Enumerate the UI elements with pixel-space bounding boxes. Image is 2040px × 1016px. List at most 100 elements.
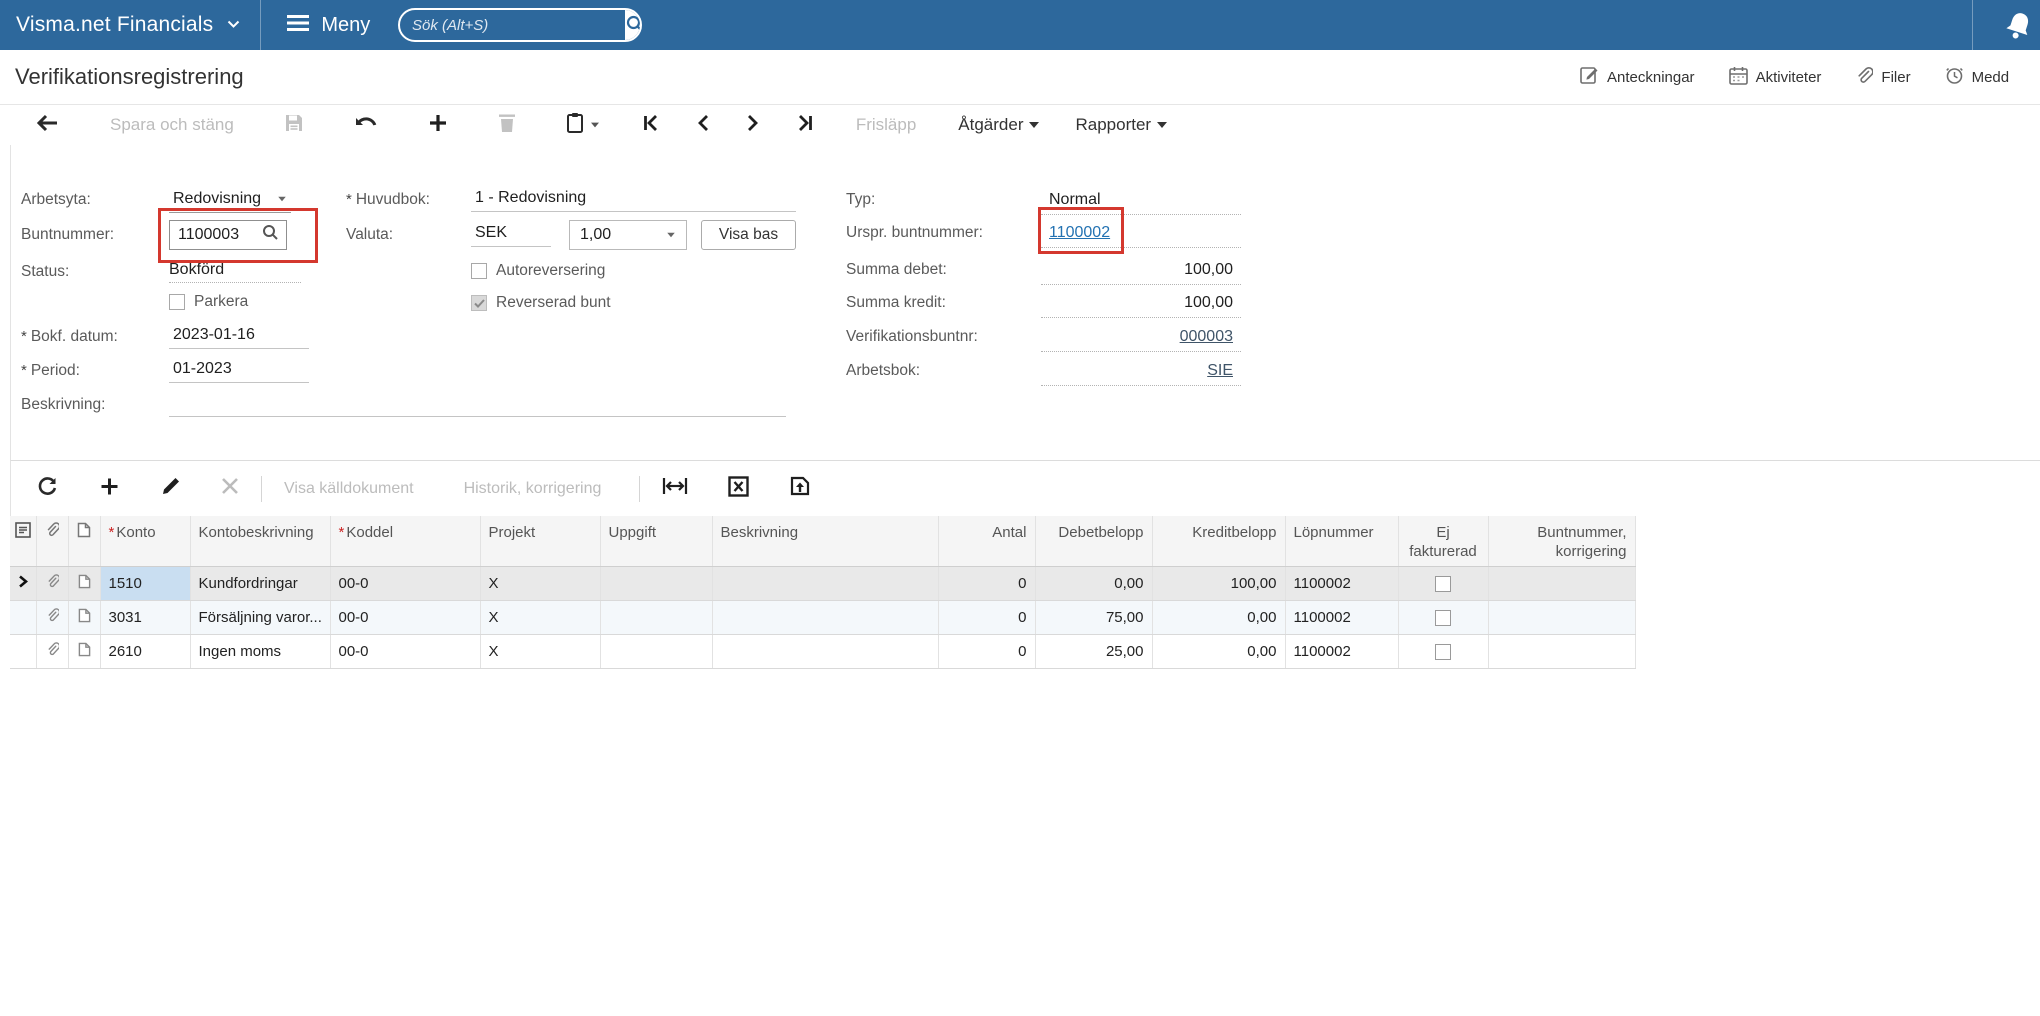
- header-uppgift[interactable]: Uppgift: [600, 516, 713, 567]
- cell-buntnummer-korrigering[interactable]: [1488, 566, 1636, 601]
- row-note-cell[interactable]: [68, 600, 101, 635]
- cell-uppgift[interactable]: [600, 600, 713, 635]
- cell-projekt[interactable]: X: [480, 634, 601, 669]
- cell-koddel[interactable]: 00-0: [330, 566, 481, 601]
- cell-projekt[interactable]: X: [480, 566, 601, 601]
- cell-beskrivning[interactable]: [712, 634, 939, 669]
- undo-button[interactable]: [348, 110, 384, 141]
- verifikationsbuntnr-link[interactable]: 000003: [1180, 328, 1233, 346]
- header-buntnummer-korrigering[interactable]: Buntnummer, korrigering: [1488, 516, 1636, 567]
- cell-kreditbelopp[interactable]: 0,00: [1152, 600, 1286, 635]
- huvudbok-value[interactable]: 1 - Redovisning: [471, 189, 796, 212]
- cell-projekt[interactable]: X: [480, 600, 601, 635]
- header-lopnummer[interactable]: Löpnummer: [1285, 516, 1399, 567]
- valuta-rate-select[interactable]: 1,00: [569, 220, 687, 250]
- cell-kontobeskrivning[interactable]: Försäljning varor...: [190, 600, 331, 635]
- first-record-button[interactable]: [636, 110, 666, 141]
- table-row[interactable]: 1510 Kundfordringar 00-0 X 0 0,00 100,00…: [10, 566, 1636, 601]
- row-attachment-cell[interactable]: [36, 634, 69, 669]
- cell-koddel[interactable]: 00-0: [330, 600, 481, 635]
- cell-beskrivning[interactable]: [712, 600, 939, 635]
- edit-row-button[interactable]: [157, 472, 185, 505]
- cell-kreditbelopp[interactable]: 0,00: [1152, 634, 1286, 669]
- actions-menu-button[interactable]: Åtgärder: [952, 111, 1045, 139]
- header-beskrivning[interactable]: Beskrivning: [712, 516, 939, 567]
- urspr-buntnummer-link[interactable]: 1100002: [1049, 224, 1110, 242]
- cell-buntnummer-korrigering[interactable]: [1488, 600, 1636, 635]
- cell-lopnummer[interactable]: 1100002: [1285, 634, 1399, 669]
- files-button[interactable]: Filer: [1855, 66, 1911, 89]
- cell-lopnummer[interactable]: 1100002: [1285, 566, 1399, 601]
- row-attachment-cell[interactable]: [36, 566, 69, 601]
- cell-antal[interactable]: 0: [938, 634, 1036, 669]
- clipboard-menu-button[interactable]: [560, 108, 606, 142]
- next-record-button[interactable]: [740, 110, 766, 141]
- cell-kontobeskrivning[interactable]: Ingen moms: [190, 634, 331, 669]
- header-kreditbelopp[interactable]: Kreditbelopp: [1152, 516, 1286, 567]
- messages-button[interactable]: Medd: [1945, 66, 2009, 89]
- table-row[interactable]: 2610 Ingen moms 00-0 X 0 25,00 0,00 1100…: [10, 634, 1636, 669]
- prev-record-button[interactable]: [690, 110, 716, 141]
- search-input[interactable]: [400, 10, 625, 40]
- cell-lopnummer[interactable]: 1100002: [1285, 600, 1399, 635]
- cell-uppgift[interactable]: [600, 634, 713, 669]
- row-attachment-cell[interactable]: [36, 600, 69, 635]
- bokf-datum-value[interactable]: 2023-01-16: [169, 326, 309, 349]
- ej-fakturerad-checkbox[interactable]: [1435, 643, 1451, 660]
- cell-debetbelopp[interactable]: 75,00: [1035, 600, 1153, 635]
- arbetsyta-select[interactable]: Redovisning: [169, 188, 291, 213]
- search-button[interactable]: [625, 10, 640, 40]
- lookup-magnifier-icon[interactable]: [262, 224, 286, 246]
- grid-settings-header[interactable]: [10, 516, 37, 567]
- reports-menu-button[interactable]: Rapporter: [1069, 111, 1173, 139]
- header-kontobeskrivning[interactable]: Kontobeskrivning: [190, 516, 331, 567]
- visa-bas-button[interactable]: Visa bas: [701, 220, 796, 250]
- header-ej-fakturerad[interactable]: Ej fakturerad: [1398, 516, 1489, 567]
- period-value[interactable]: 01-2023: [169, 360, 309, 383]
- back-button[interactable]: [30, 110, 66, 141]
- autoreversering-checkbox[interactable]: [471, 263, 487, 279]
- header-koddel[interactable]: * Koddel: [330, 516, 481, 567]
- brand-menu[interactable]: Visma.net Financials: [0, 0, 260, 50]
- header-antal[interactable]: Antal: [938, 516, 1036, 567]
- cell-uppgift[interactable]: [600, 566, 713, 601]
- cell-antal[interactable]: 0: [938, 600, 1036, 635]
- add-row-button[interactable]: [96, 473, 123, 505]
- add-button[interactable]: [422, 109, 454, 142]
- header-projekt[interactable]: Projekt: [480, 516, 601, 567]
- notes-button[interactable]: Anteckningar: [1580, 66, 1695, 89]
- cell-debetbelopp[interactable]: 25,00: [1035, 634, 1153, 669]
- cell-konto[interactable]: 1510: [100, 566, 191, 601]
- attachments-column-header[interactable]: [36, 516, 69, 567]
- cell-kontobeskrivning[interactable]: Kundfordringar: [190, 566, 331, 601]
- menu-button[interactable]: Meny: [261, 0, 396, 50]
- export-excel-button[interactable]: [724, 472, 753, 506]
- import-file-button[interactable]: [785, 471, 815, 506]
- beskrivning-input[interactable]: [169, 393, 786, 417]
- header-debetbelopp[interactable]: Debetbelopp: [1035, 516, 1153, 567]
- cell-konto[interactable]: 3031: [100, 600, 191, 635]
- activities-button[interactable]: Aktiviteter: [1728, 66, 1821, 89]
- cell-konto[interactable]: 2610: [100, 634, 191, 669]
- cell-buntnummer-korrigering[interactable]: [1488, 634, 1636, 669]
- ej-fakturerad-checkbox[interactable]: [1435, 575, 1451, 592]
- cell-beskrivning[interactable]: [712, 566, 939, 601]
- row-note-cell[interactable]: [68, 634, 101, 669]
- row-note-cell[interactable]: [68, 566, 101, 601]
- valuta-currency[interactable]: SEK: [471, 224, 551, 247]
- table-row[interactable]: 3031 Försäljning varor... 00-0 X 0 75,00…: [10, 600, 1636, 635]
- buntnummer-input[interactable]: [170, 226, 262, 244]
- header-konto[interactable]: * Konto: [100, 516, 191, 567]
- notifications-button[interactable]: [2002, 9, 2036, 46]
- cell-antal[interactable]: 0: [938, 566, 1036, 601]
- fit-width-button[interactable]: [658, 473, 692, 504]
- ej-fakturerad-checkbox[interactable]: [1435, 609, 1451, 626]
- parkera-checkbox[interactable]: [169, 294, 185, 310]
- notes-column-header[interactable]: [68, 516, 101, 567]
- cell-kreditbelopp[interactable]: 100,00: [1152, 566, 1286, 601]
- cell-koddel[interactable]: 00-0: [330, 634, 481, 669]
- cell-debetbelopp[interactable]: 0,00: [1035, 566, 1153, 601]
- refresh-button[interactable]: [33, 472, 62, 506]
- last-record-button[interactable]: [790, 110, 820, 141]
- arbetsbok-link[interactable]: SIE: [1207, 362, 1233, 380]
